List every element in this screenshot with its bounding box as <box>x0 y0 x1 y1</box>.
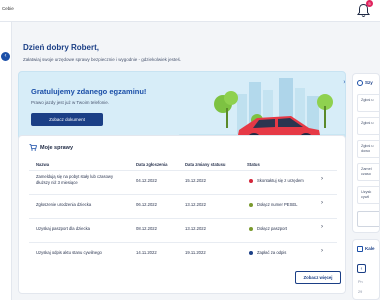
case-name: Uzyskaj paszport dla dziecka <box>36 226 90 231</box>
quick-action-item[interactable]: Zgłoś u <box>357 94 379 112</box>
chevron-right-icon[interactable]: › <box>321 200 323 206</box>
case-submitted-date: 04.12.2022 <box>136 178 157 183</box>
my-cases-panel: Moje sprawy Nazwa Data zgłoszenia Data z… <box>18 135 346 294</box>
calendar-day[interactable]: 29 <box>358 290 362 294</box>
case-changed-date: 13.12.2022 <box>185 202 206 207</box>
status-dot <box>249 179 253 183</box>
calendar-icon <box>357 246 363 252</box>
quick-action-label: Uzysk <box>361 190 372 194</box>
status-dot <box>249 251 253 255</box>
chevron-left-icon[interactable]: ‹ <box>1 52 10 61</box>
search-icon <box>357 80 363 86</box>
calendar-panel: Kale ‹ Pn 29 <box>352 239 380 300</box>
quick-action-label-line2: dowo <box>361 148 371 153</box>
table-row[interactable]: Uzyskaj odpis aktu stanu cywilnego 14.11… <box>29 242 337 262</box>
quick-action-label-line2: cywil <box>361 194 370 199</box>
table-row[interactable]: Zameldują się na pobyt stały lub czasowy… <box>29 170 337 190</box>
close-icon[interactable]: × <box>341 79 345 87</box>
page-subtitle: Załatwiaj swoje urzędowe sprawy bezpiecz… <box>23 57 182 62</box>
case-status: Skontaktuj się z urzędem <box>257 178 304 183</box>
status-dot <box>249 227 253 231</box>
column-header-submitted: Data zgłoszenia <box>136 162 168 167</box>
case-name: Zameldują się na pobyt stały lub czasowy <box>36 174 114 179</box>
case-changed-date: 13.12.2022 <box>185 226 206 231</box>
my-cases-title: Moje sprawy <box>40 145 74 151</box>
chevron-right-icon[interactable]: › <box>321 224 323 230</box>
quick-action-label: Zgłoś u <box>361 121 374 125</box>
case-name: Zgłoszenie urodzenia dziecka <box>36 202 92 207</box>
app-name: Cebie <box>2 6 14 11</box>
case-submitted-date: 14.11.2022 <box>136 250 157 255</box>
column-header-status: Status <box>247 162 260 167</box>
cart-icon <box>29 144 37 151</box>
status-dot <box>249 203 253 207</box>
view-document-button[interactable]: Zobacz dokument <box>31 113 103 126</box>
notification-badge: 5 <box>366 0 373 7</box>
calendar-prev-button[interactable]: ‹ <box>357 264 366 273</box>
quick-actions-title: Szy <box>365 80 373 85</box>
quick-action-label-line2: czaso <box>361 171 371 176</box>
see-more-button[interactable]: Zobacz więcej <box>295 271 341 284</box>
quick-actions-panel: Szy Zgłoś u Zgłoś u Zgłoś u dowo Zamel cza… <box>352 73 380 233</box>
calendar-weekday: Pn <box>358 280 363 284</box>
table-row[interactable]: Zgłoszenie urodzenia dziecka 06.12.2022 … <box>29 194 337 214</box>
column-header-name: Nazwa <box>36 162 50 167</box>
quick-action-item[interactable]: Uzysk cywil <box>357 186 379 204</box>
case-changed-date: 15.12.2022 <box>185 178 206 183</box>
banner-title: Gratulujemy zdanego egzaminu! <box>31 87 147 96</box>
case-name-line2: dłuższy niż 3 miesiące <box>36 180 78 185</box>
quick-action-item[interactable]: Zamel czaso <box>357 163 379 181</box>
banner-subtitle: Prawo jazdy jest już w Twoim telefonie. <box>31 100 109 105</box>
quick-action-label: Zgłoś u <box>361 98 374 102</box>
sidebar: ‹ <box>0 22 12 300</box>
case-name: Uzyskaj odpis aktu stanu cywilnego <box>36 250 102 255</box>
calendar-title: Kale <box>365 246 375 251</box>
column-header-changed: Data zmiany statusu <box>185 162 226 167</box>
quick-action-label: Zgłoś u <box>361 144 374 148</box>
case-status: Dołącz paszport <box>257 226 288 231</box>
chevron-right-icon[interactable]: › <box>321 176 323 182</box>
case-submitted-date: 06.12.2022 <box>136 202 157 207</box>
table-row[interactable]: Uzyskaj paszport dla dziecka 08.12.2022 … <box>29 218 337 238</box>
page-title: Dzień dobry Robert, <box>23 43 100 52</box>
quick-action-item[interactable]: Zgłoś u dowo <box>357 140 379 158</box>
chevron-right-icon[interactable]: › <box>321 248 323 254</box>
case-status: Zapłać za odpis <box>257 250 287 255</box>
top-bar: Cebie 5 <box>0 0 380 22</box>
case-submitted-date: 08.12.2022 <box>136 226 157 231</box>
quick-action-item[interactable]: Zgłoś u <box>357 117 379 135</box>
case-status: Dołącz numer PESEL <box>257 202 298 207</box>
quick-action-label: Zamel <box>361 167 372 171</box>
case-changed-date: 19.11.2022 <box>185 250 206 255</box>
quick-action-button[interactable] <box>357 211 379 227</box>
